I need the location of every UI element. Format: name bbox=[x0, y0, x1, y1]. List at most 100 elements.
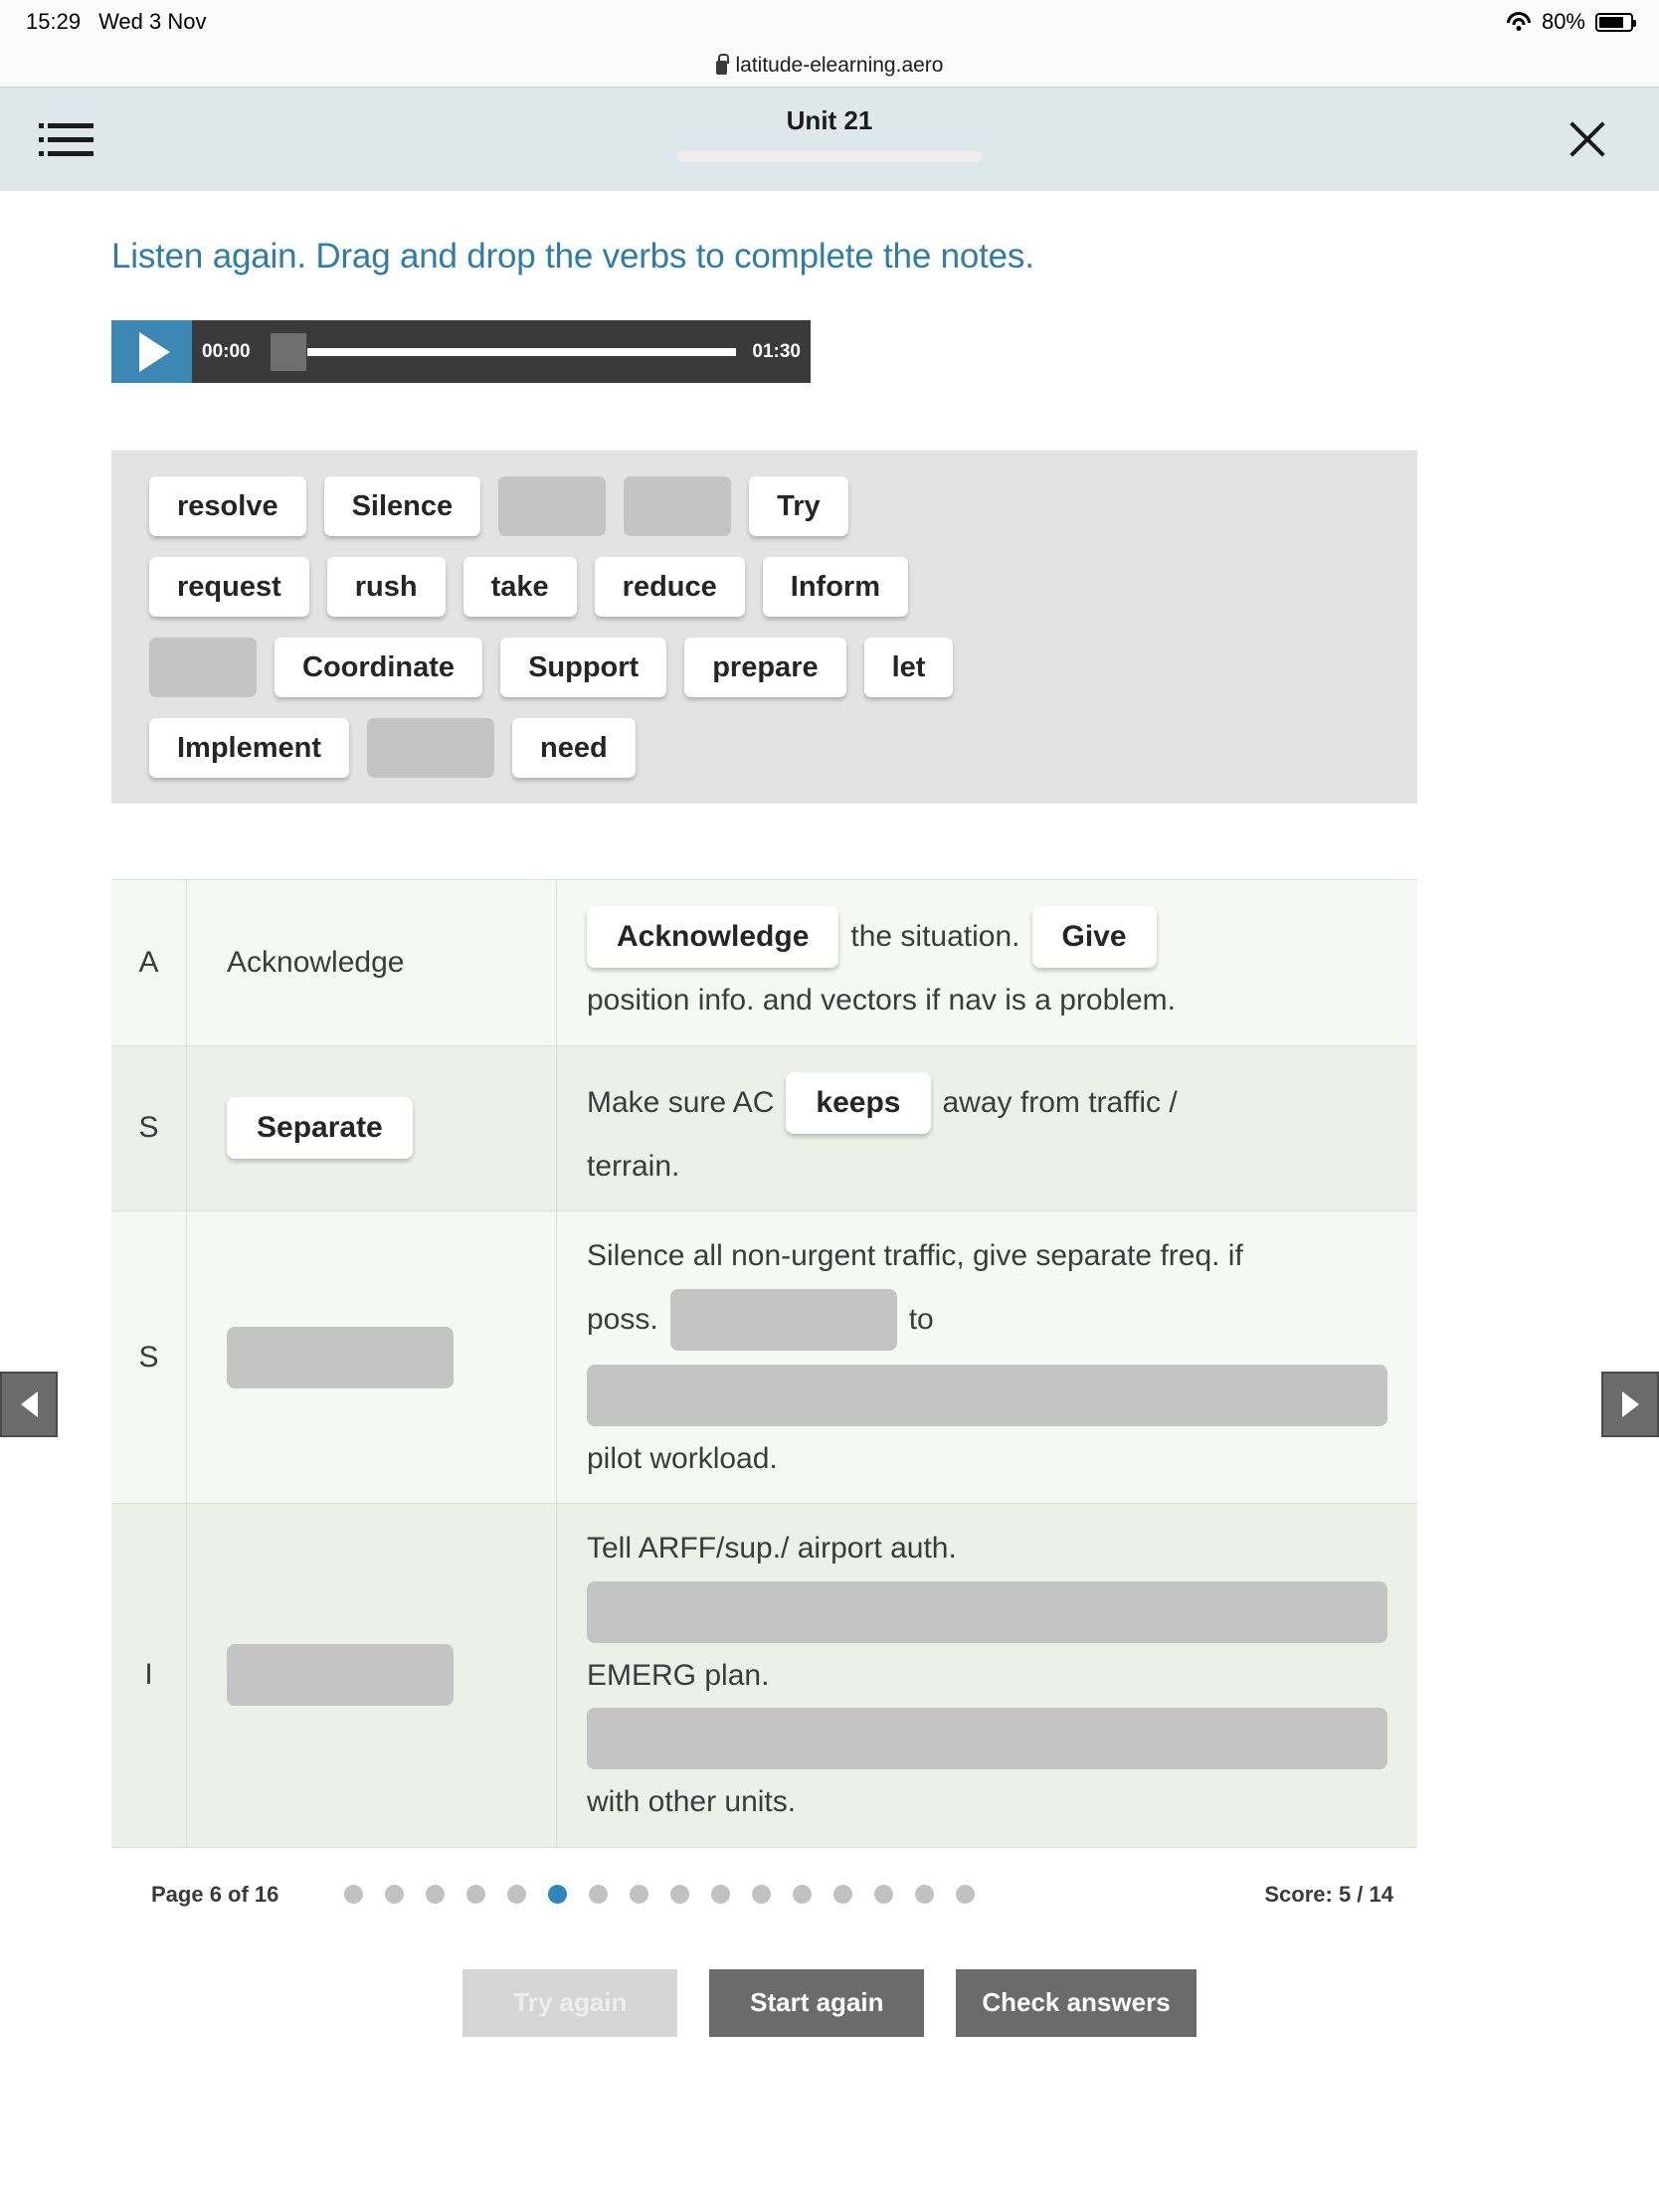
row-letter: S bbox=[111, 1045, 187, 1210]
page-dots bbox=[344, 1885, 976, 1904]
word-tile[interactable]: Support bbox=[500, 638, 667, 697]
page-dot[interactable] bbox=[833, 1885, 853, 1904]
page-indicator-label: Page 6 of 16 bbox=[151, 1881, 279, 1907]
word-tile[interactable]: Implement bbox=[149, 718, 350, 778]
pager: Page 6 of 16 Score: 5 / 14 bbox=[111, 1848, 1417, 1908]
word-tile[interactable]: prepare bbox=[684, 638, 846, 697]
word-bank-row: resolve Silence Try bbox=[149, 476, 1417, 536]
page-dot[interactable] bbox=[956, 1885, 976, 1904]
drop-target[interactable] bbox=[227, 1326, 454, 1388]
drop-target[interactable] bbox=[587, 1708, 1387, 1769]
placed-word-tile[interactable]: Give bbox=[1031, 906, 1157, 968]
verb-cell bbox=[187, 1211, 557, 1503]
note-text: Tell ARFF/sup./ airport auth. bbox=[587, 1532, 957, 1565]
placed-word-tile[interactable]: Separate bbox=[227, 1097, 413, 1160]
placed-word-tile[interactable]: keeps bbox=[786, 1071, 931, 1134]
page-dot[interactable] bbox=[711, 1885, 731, 1904]
table-row: S Separate Make sure AC keeps away from traf… bbox=[111, 1045, 1417, 1211]
instruction-text: Listen again. Drag and drop the verbs to… bbox=[111, 237, 1034, 276]
word-tile[interactable]: rush bbox=[326, 557, 446, 617]
table-row: A Acknowledge Acknowledge the situation. Giv… bbox=[111, 880, 1417, 1046]
app-header: Unit 21 bbox=[0, 88, 1659, 191]
word-tile[interactable]: take bbox=[462, 557, 577, 617]
audio-scrubber[interactable] bbox=[261, 320, 743, 383]
note-text: away from traffic / bbox=[942, 1085, 1178, 1119]
drop-target[interactable] bbox=[587, 1364, 1387, 1426]
previous-arrow-icon[interactable] bbox=[0, 1372, 58, 1437]
word-tile-empty-slot bbox=[624, 476, 732, 536]
audio-current-time: 00:00 bbox=[202, 340, 251, 362]
note-text: with other units. bbox=[587, 1785, 797, 1818]
verb-cell: Separate bbox=[187, 1045, 557, 1210]
drop-target[interactable] bbox=[587, 1580, 1387, 1643]
status-bar-left: 15:29 Wed 3 Nov bbox=[26, 9, 206, 35]
page-dot[interactable] bbox=[793, 1885, 813, 1904]
note-text: poss. bbox=[587, 1302, 658, 1336]
try-again-button[interactable]: Try again bbox=[462, 1968, 678, 2037]
page-dot[interactable] bbox=[752, 1885, 772, 1904]
word-bank-row: request rush take reduce Inform bbox=[149, 557, 1417, 617]
wifi-icon bbox=[1506, 12, 1532, 32]
play-icon[interactable] bbox=[111, 320, 192, 383]
notes-table: A Acknowledge Acknowledge the situation. Giv… bbox=[111, 879, 1417, 1848]
verb-cell: Acknowledge bbox=[187, 880, 557, 1045]
page-dot[interactable] bbox=[507, 1885, 527, 1904]
page-title: Unit 21 bbox=[786, 105, 873, 135]
word-tile[interactable]: let bbox=[863, 638, 954, 697]
word-tile[interactable]: resolve bbox=[149, 476, 306, 536]
note-text: pilot workload. bbox=[587, 1441, 778, 1475]
page-dot[interactable] bbox=[630, 1885, 649, 1904]
action-buttons: Try again Start again Check answers bbox=[0, 1968, 1659, 2037]
word-tile[interactable]: request bbox=[149, 557, 309, 617]
note-text: Make sure AC bbox=[587, 1085, 775, 1119]
word-tile[interactable]: reduce bbox=[594, 557, 745, 617]
note-text: EMERG plan. bbox=[587, 1658, 770, 1692]
page-dot[interactable] bbox=[589, 1885, 609, 1904]
word-bank: resolve Silence Try request rush take reduce In… bbox=[111, 451, 1417, 804]
drop-target[interactable] bbox=[227, 1644, 454, 1707]
word-tile[interactable]: need bbox=[512, 718, 636, 778]
drop-target[interactable] bbox=[669, 1288, 897, 1351]
word-tile-empty-slot bbox=[367, 718, 495, 778]
note-text: terrain. bbox=[587, 1149, 680, 1183]
note-cell: Tell ARFF/sup./ airport auth. EMERG plan.… bbox=[557, 1504, 1417, 1847]
close-icon[interactable] bbox=[1564, 115, 1611, 163]
placed-word-tile[interactable]: Acknowledge bbox=[587, 906, 839, 968]
table-row: I Tell ARFF/sup./ airport auth. EMERG plan… bbox=[111, 1504, 1417, 1848]
word-tile[interactable]: Silence bbox=[323, 476, 481, 536]
row-letter: A bbox=[111, 880, 187, 1045]
note-cell: Silence all non-urgent traffic, give sep… bbox=[557, 1211, 1417, 1503]
page-dot[interactable] bbox=[874, 1885, 894, 1904]
page-dot[interactable] bbox=[915, 1885, 935, 1904]
page-dot[interactable] bbox=[670, 1885, 690, 1904]
unit-progress-bar bbox=[677, 151, 982, 162]
verb-label: Acknowledge bbox=[227, 945, 405, 979]
battery-percent-label: 80% bbox=[1541, 9, 1585, 34]
row-letter: S bbox=[111, 1211, 187, 1503]
note-text: Silence all non-urgent traffic, give sep… bbox=[587, 1239, 1243, 1272]
check-answers-button[interactable]: Check answers bbox=[956, 1968, 1197, 2037]
start-again-button[interactable]: Start again bbox=[709, 1968, 925, 2037]
page-dot[interactable] bbox=[385, 1885, 405, 1904]
note-cell: Make sure AC keeps away from traffic / terr… bbox=[557, 1046, 1417, 1211]
page-dot[interactable] bbox=[426, 1885, 446, 1904]
word-tile[interactable]: Inform bbox=[762, 557, 908, 617]
word-tile[interactable]: Try bbox=[749, 476, 848, 536]
note-text: position info. and vectors if nav is a p… bbox=[587, 984, 1176, 1016]
status-bar-right: 80% bbox=[1506, 9, 1636, 35]
url-text: latitude-elearning.aero bbox=[735, 53, 944, 77]
status-date: Wed 3 Nov bbox=[98, 9, 207, 34]
page-dot[interactable] bbox=[548, 1885, 568, 1904]
browser-url-bar[interactable]: latitude-elearning.aero bbox=[0, 44, 1659, 88]
word-tile[interactable]: Coordinate bbox=[275, 638, 483, 697]
score-label: Score: 5 / 14 bbox=[1264, 1881, 1393, 1907]
next-arrow-icon[interactable] bbox=[1601, 1372, 1659, 1437]
row-letter: I bbox=[111, 1504, 187, 1847]
word-tile-empty-slot bbox=[498, 476, 607, 536]
status-time: 15:29 bbox=[26, 9, 82, 34]
page-dot[interactable] bbox=[466, 1885, 486, 1904]
lock-icon bbox=[715, 53, 729, 75]
page-dot[interactable] bbox=[344, 1885, 364, 1904]
audio-scrub-handle[interactable] bbox=[270, 333, 306, 371]
ios-status-bar: 15:29 Wed 3 Nov 80% bbox=[0, 0, 1659, 44]
